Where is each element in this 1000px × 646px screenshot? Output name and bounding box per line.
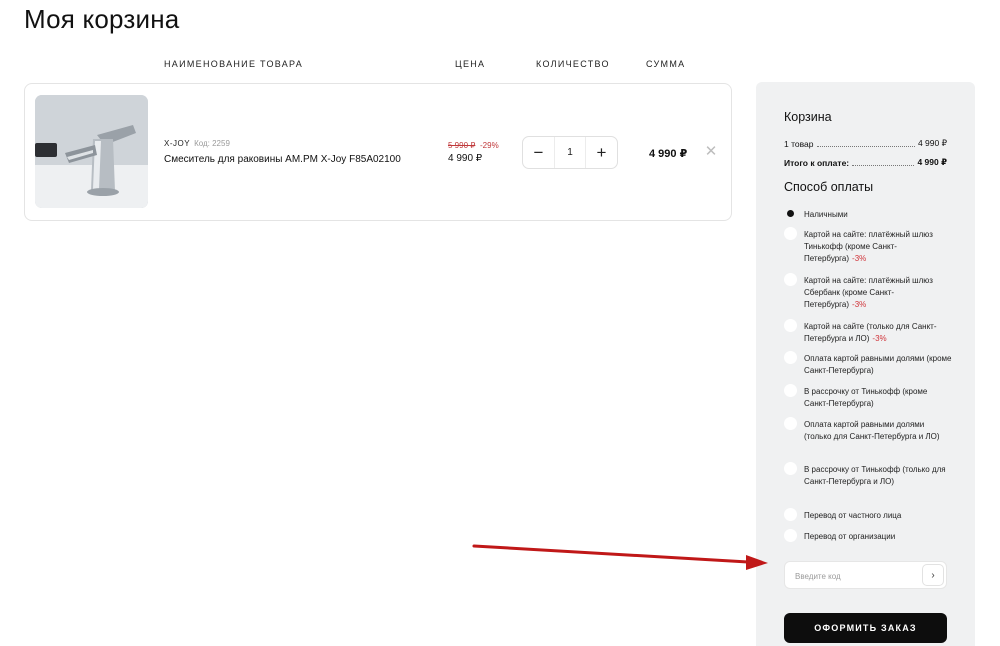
cart-item: X-JOY Код: 2259 Смеситель для раковины AM… bbox=[24, 83, 732, 221]
radio-button[interactable] bbox=[784, 417, 797, 430]
summary-items-value: 4 990 ₽ bbox=[917, 138, 947, 148]
increase-quantity-button[interactable]: + bbox=[586, 137, 617, 168]
payment-option-private-transfer[interactable]: Перевод от частного лица bbox=[784, 508, 952, 522]
payment-option-tinkoff-credit-spb[interactable]: В рассрочку от Тинькофф (только для Санк… bbox=[784, 462, 952, 488]
payment-option-cash[interactable]: Наличными bbox=[784, 209, 952, 221]
promo-apply-button[interactable]: › bbox=[922, 564, 944, 586]
summary-total-row: Итого к оплате: 4 990 ₽ bbox=[784, 157, 947, 168]
payment-option-tinkoff-credit[interactable]: В рассрочку от Тинькофф (кроме Санкт-Пет… bbox=[784, 384, 952, 410]
column-header-quantity: КОЛИЧЕСТВО bbox=[536, 59, 610, 69]
radio-button[interactable] bbox=[784, 529, 797, 542]
discount-badge: -29% bbox=[480, 141, 499, 150]
radio-button[interactable] bbox=[784, 319, 797, 332]
promo-code-input[interactable] bbox=[795, 568, 905, 584]
payment-discount: -3% bbox=[852, 254, 867, 263]
checkout-button[interactable]: ОФОРМИТЬ ЗАКАЗ bbox=[784, 613, 947, 643]
close-icon[interactable]: ✕ bbox=[704, 144, 718, 159]
radio-button[interactable] bbox=[784, 508, 797, 521]
old-price: 5 990 ₽ bbox=[448, 141, 476, 150]
radio-button[interactable] bbox=[784, 273, 797, 286]
column-header-name: НАИМЕНОВАНИЕ ТОВАРА bbox=[164, 59, 304, 69]
payment-option-label: Картой на сайте: платёжный шлюз Сбербанк… bbox=[804, 276, 933, 309]
payment-option-label: Оплата картой равными долями (кроме Санк… bbox=[804, 354, 952, 375]
payment-option-card-spb[interactable]: Картой на сайте (только для Санкт-Петерб… bbox=[784, 319, 952, 345]
payment-discount: -3% bbox=[852, 300, 867, 309]
summary-items-label: 1 товар bbox=[784, 139, 814, 149]
product-code: Код: 2259 bbox=[194, 139, 230, 148]
product-brand: X-JOY bbox=[164, 139, 191, 148]
payment-option-company-transfer[interactable]: Перевод от организации bbox=[784, 529, 952, 543]
payment-method-title: Способ оплаты bbox=[784, 180, 874, 194]
dotted-leader bbox=[852, 165, 915, 166]
column-header-sum: СУММА bbox=[646, 59, 686, 69]
radio-button[interactable] bbox=[784, 227, 797, 240]
summary-title: Корзина bbox=[784, 110, 832, 124]
payment-option-installments-spb[interactable]: Оплата картой равными долями (только для… bbox=[784, 417, 952, 443]
product-image[interactable] bbox=[35, 95, 148, 208]
payment-option-installments[interactable]: Оплата картой равными долями (кроме Санк… bbox=[784, 351, 952, 377]
summary-total-value: 4 990 ₽ bbox=[917, 157, 947, 167]
payment-option-label: Наличными bbox=[804, 210, 848, 219]
dotted-leader bbox=[816, 146, 915, 147]
payment-option-label: В рассрочку от Тинькофф (только для Санк… bbox=[804, 465, 946, 486]
payment-option-label: В рассрочку от Тинькофф (кроме Санкт-Пет… bbox=[804, 387, 928, 408]
payment-option-label: Оплата картой равными долями (только для… bbox=[804, 420, 940, 441]
item-sum: 4 990 ₽ bbox=[649, 148, 688, 160]
payment-discount: -3% bbox=[872, 334, 887, 343]
payment-option-label: Картой на сайте (только для Санкт-Петерб… bbox=[804, 322, 937, 343]
radio-button[interactable] bbox=[784, 462, 797, 475]
quantity-value[interactable]: 1 bbox=[554, 137, 586, 168]
promo-code-field: › bbox=[784, 561, 947, 589]
page-title: Моя корзина bbox=[24, 4, 180, 34]
column-header-price: ЦЕНА bbox=[455, 59, 486, 69]
payment-option-label: Перевод от организации bbox=[804, 532, 896, 541]
order-summary-panel: Корзина 1 товар 4 990 ₽ Итого к оплате: … bbox=[756, 82, 975, 646]
radio-button[interactable] bbox=[784, 207, 797, 220]
payment-option-label: Перевод от частного лица bbox=[804, 511, 902, 520]
payment-option-sber-card[interactable]: Картой на сайте: платёжный шлюз Сбербанк… bbox=[784, 273, 952, 311]
decrease-quantity-button[interactable]: − bbox=[523, 137, 554, 168]
payment-option-tinkoff-card[interactable]: Картой на сайте: платёжный шлюз Тинькофф… bbox=[784, 227, 952, 265]
radio-button[interactable] bbox=[784, 384, 797, 397]
quantity-stepper: − 1 + bbox=[522, 136, 618, 169]
summary-total-label: Итого к оплате: bbox=[784, 158, 850, 168]
product-brand-line: X-JOY Код: 2259 bbox=[164, 139, 230, 148]
product-name-link[interactable]: Смеситель для раковины AM.PM X-Joy F85A0… bbox=[164, 154, 401, 165]
radio-button[interactable] bbox=[784, 351, 797, 364]
payment-option-label: Картой на сайте: платёжный шлюз Тинькофф… bbox=[804, 230, 933, 263]
current-price: 4 990 ₽ bbox=[448, 153, 483, 164]
summary-items-row: 1 товар 4 990 ₽ bbox=[784, 138, 947, 149]
